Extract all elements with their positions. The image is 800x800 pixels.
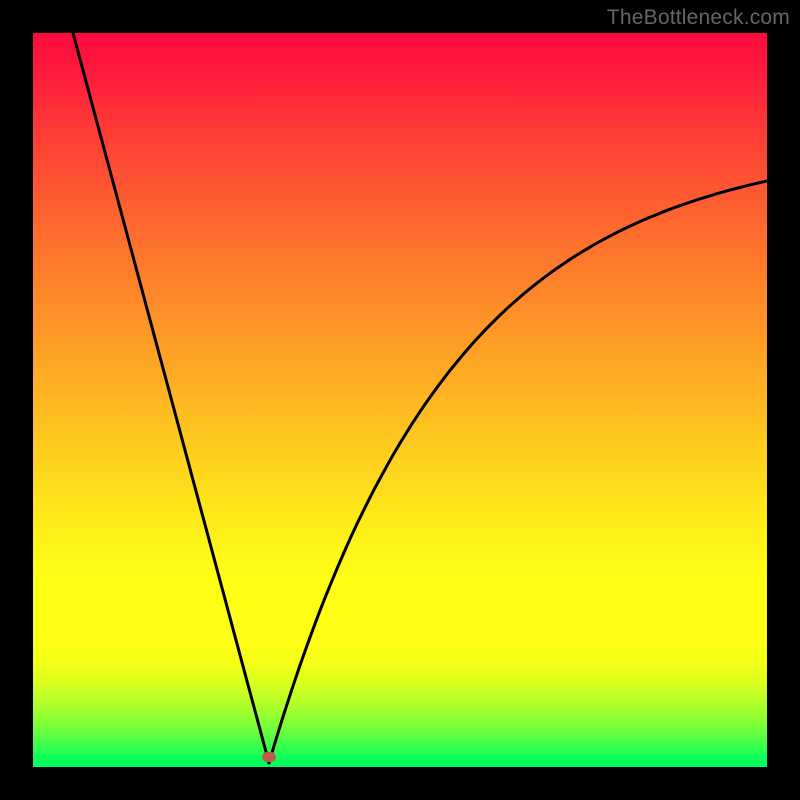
chart-frame: TheBottleneck.com (0, 0, 800, 800)
vertex-marker (262, 752, 276, 762)
curve-left-branch (73, 33, 269, 763)
bottleneck-curve (33, 33, 767, 767)
curve-right-branch (269, 181, 767, 763)
plot-area (33, 33, 767, 767)
watermark-text: TheBottleneck.com (607, 6, 790, 30)
